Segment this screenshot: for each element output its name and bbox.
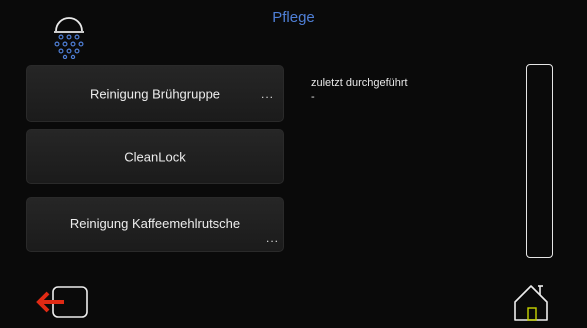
last-performed-value: -	[311, 91, 315, 103]
cleanlock-button[interactable]: CleanLock	[26, 129, 284, 184]
last-performed-label: zuletzt durchgeführt	[311, 77, 408, 89]
more-icon[interactable]: ...	[266, 231, 279, 245]
shower-icon	[54, 17, 84, 59]
more-icon[interactable]: ...	[261, 87, 274, 101]
care-screen: Pflege Reinigung Brühgruppe ... CleanLoc…	[0, 0, 587, 328]
page-title: Pflege	[272, 9, 315, 26]
brew-group-cleaning-button[interactable]: Reinigung Brühgruppe ...	[26, 65, 284, 122]
coffee-chute-cleaning-label: Reinigung Kaffeemehlrutsche	[69, 216, 241, 231]
coffee-chute-cleaning-button[interactable]: Reinigung Kaffeemehlrutsche ...	[26, 197, 284, 252]
scrollbar[interactable]	[526, 64, 553, 258]
home-icon[interactable]	[512, 282, 550, 322]
exit-icon[interactable]	[36, 285, 90, 319]
brew-group-cleaning-label: Reinigung Brühgruppe	[89, 86, 221, 101]
cleanlock-label: CleanLock	[124, 149, 186, 164]
